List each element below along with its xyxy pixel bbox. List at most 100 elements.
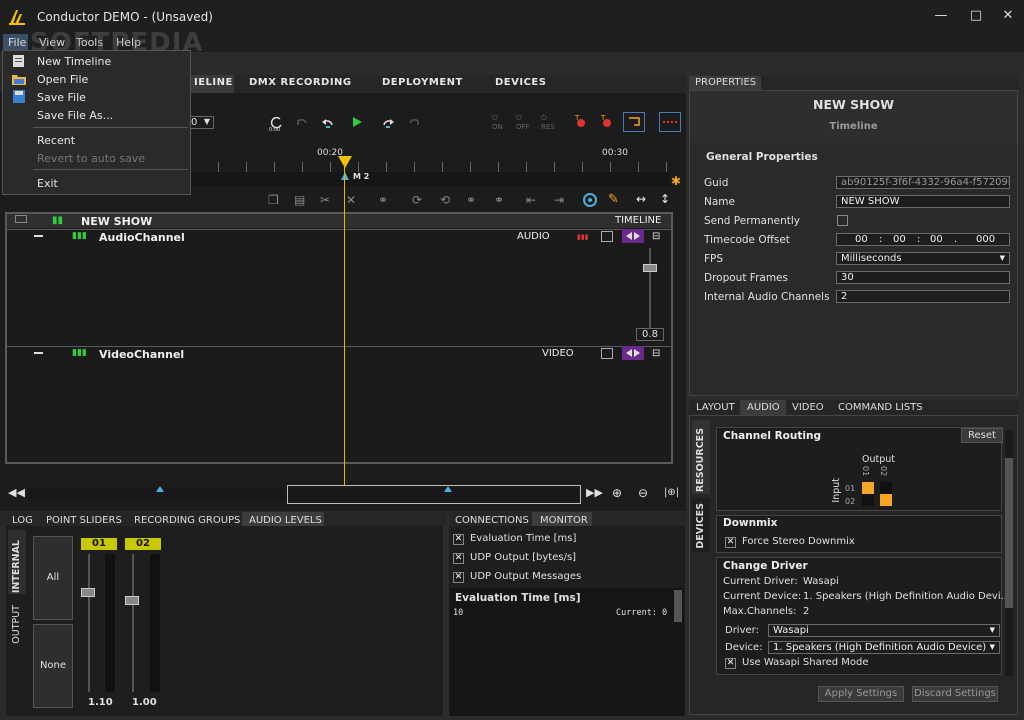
udp-output-checkbox[interactable]: ✕ [453,553,464,564]
off-icon[interactable]: ⏻ OFF [516,114,530,131]
routing-cell-2-1[interactable] [862,494,874,506]
audio-volume-slider[interactable] [643,264,657,272]
zoom-out-icon[interactable]: ⊖ [638,486,648,500]
tab-deployment[interactable]: DEPLOYMENT [382,77,463,92]
video-settings-icon[interactable] [601,348,613,359]
tab-resources[interactable]: RESOURCES [695,428,706,492]
stretch-horizontal-icon[interactable]: ↔ [636,192,646,206]
collapse-audio-icon[interactable] [34,235,43,237]
target-icon[interactable] [582,192,598,208]
video-pin-icon[interactable]: ⊟ [652,348,660,359]
level-2-slider[interactable] [125,596,139,605]
tab-audio-levels[interactable]: AUDIO LEVELS [249,515,322,526]
zoom-in-icon[interactable]: ⊕ [612,486,622,500]
tab-properties[interactable]: PROPERTIES [689,76,761,90]
tab-layout[interactable]: LAYOUT [696,402,735,413]
name-field[interactable]: NEW SHOW [836,195,1010,208]
video-expand-icon[interactable] [622,346,644,360]
scroll-right-icon[interactable]: ▶▶ [586,486,603,499]
tc-minutes[interactable]: 00 [893,234,906,245]
udp-messages-checkbox[interactable]: ✕ [453,572,464,583]
grid-toggle-icon[interactable] [659,112,681,132]
close-button[interactable]: ✕ [998,8,1018,26]
scroll-left-icon[interactable]: ◀◀ [8,486,25,499]
device-select[interactable]: 1. Speakers (High Definition Audio Devic… [768,641,1000,654]
menu-exit[interactable]: Exit [37,177,58,190]
chain-icon[interactable]: ⚭ [466,193,476,207]
play-icon[interactable] [350,115,364,129]
paste-icon[interactable]: ▤ [294,193,305,207]
tab-point-sliders[interactable]: POINT SLIDERS [46,515,122,526]
marker-icon[interactable] [341,172,349,180]
audio-channel[interactable] [7,229,671,345]
tab-dmx-recording[interactable]: DMX RECORDING [249,77,352,92]
routing-cell-1-2[interactable] [880,482,892,494]
overview-window[interactable] [287,485,581,504]
video-channel[interactable] [7,346,671,462]
tab-command-lists[interactable]: COMMAND LISTS [838,402,923,413]
discard-settings-button[interactable]: Discard Settings [912,686,998,702]
pencil-icon[interactable]: ✎ [608,192,619,207]
all-button[interactable]: All [33,536,73,620]
tab-monitor[interactable]: MONITOR [540,515,588,526]
go-start-icon[interactable]: 0:00 [268,115,284,131]
dropout-frames-field[interactable]: 30 [836,271,1010,284]
step-forward-icon[interactable] [380,115,396,131]
minimize-button[interactable]: — [931,8,951,26]
tab-log[interactable]: LOG [12,515,33,526]
audio-pin-icon[interactable]: ⊟ [652,231,660,242]
internal-audio-channels-field[interactable]: 2 [836,290,1010,303]
zoom-fit-icon[interactable]: |⊕| [664,487,679,498]
menu-save-file[interactable]: Save File [37,91,86,104]
loop-toggle-icon[interactable] [623,112,645,132]
menu-save-file-as[interactable]: Save File As... [37,109,113,122]
tab-recording-groups[interactable]: RECORDING GROUPS [134,515,240,526]
tab-video[interactable]: VIDEO [792,402,824,413]
eval-time-checkbox[interactable]: ✕ [453,534,464,545]
level-1-slider[interactable] [81,588,95,597]
tc-hours[interactable]: 00 [855,234,868,245]
record-marker-2-icon[interactable]: T [599,114,615,130]
frame-select[interactable]: 0 ▼ [188,116,214,129]
timecode-offset-field[interactable]: 00 : 00 : 00 . 000 [836,233,1010,246]
maximize-button[interactable]: □ [966,8,986,26]
delete-icon[interactable]: ✕ [346,193,356,207]
collapse-show-icon[interactable] [15,215,27,223]
cut-icon[interactable]: ✂ [320,193,330,207]
routing-cell-1-1[interactable] [862,482,874,494]
audio-panel-scrollbar[interactable] [1005,458,1013,608]
shared-mode-checkbox[interactable]: ✕ [725,658,736,669]
playhead[interactable] [344,158,345,486]
add-marker-icon[interactable]: ✱ [671,174,681,188]
tab-connections[interactable]: CONNECTIONS [455,515,529,526]
routing-cell-2-2[interactable] [880,494,892,506]
tab-devices-vertical[interactable]: DEVICES [695,503,706,549]
reset-button[interactable]: Reset [961,428,1003,443]
tc-millis[interactable]: 000 [976,234,995,245]
menu-open-file[interactable]: Open File [37,73,88,86]
on-icon[interactable]: ⏻ ON [492,114,503,131]
copy-icon[interactable]: ❐ [268,193,279,207]
collapse-video-icon[interactable] [34,352,43,354]
menu-file[interactable]: File [8,36,26,49]
monitor-scrollbar[interactable] [674,590,682,622]
rotate-icon[interactable]: ⟲ [440,193,450,207]
fps-select[interactable]: Milliseconds ▼ [836,252,1010,265]
playhead-handle-icon[interactable] [338,156,352,170]
link-icon[interactable]: ⚭ [378,193,388,207]
menu-recent[interactable]: Recent [37,134,75,147]
apply-settings-button[interactable]: Apply Settings [818,686,904,702]
tab-timeline[interactable]: IELINE [194,77,233,92]
chain-2-icon[interactable]: ⚭ [494,193,504,207]
loop-icon[interactable]: ⟳ [412,193,422,207]
menu-new-timeline[interactable]: New Timeline [37,55,111,68]
send-permanently-checkbox[interactable] [837,215,848,226]
record-marker-icon[interactable]: T [573,114,589,130]
tab-output[interactable]: OUTPUT [11,605,22,644]
audio-settings-icon[interactable] [601,231,613,242]
tab-devices[interactable]: DEVICES [495,77,546,92]
none-button[interactable]: None [33,624,73,708]
tc-seconds[interactable]: 00 [930,234,943,245]
audio-expand-icon[interactable] [622,229,644,243]
undo-step-icon[interactable] [294,115,310,131]
